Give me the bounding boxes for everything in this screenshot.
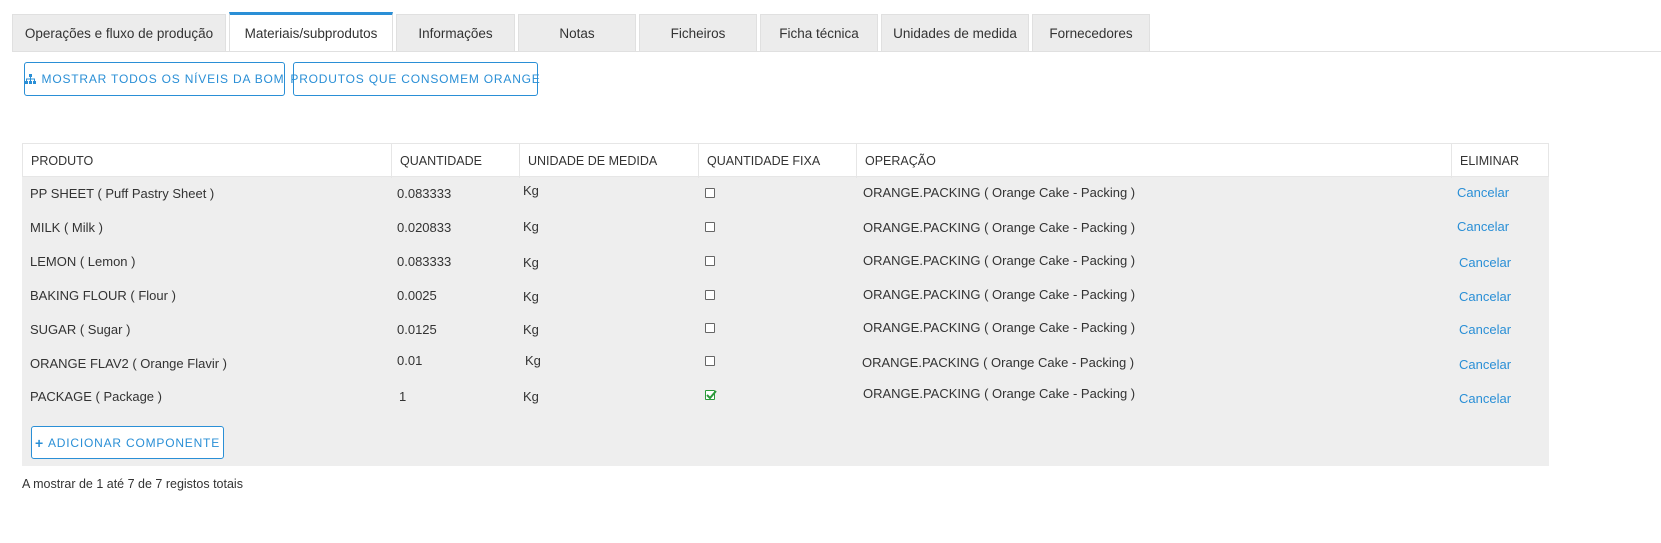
row-product: PACKAGE ( Package ): [30, 389, 162, 404]
row-quantity[interactable]: 1: [399, 389, 406, 404]
row-quantity[interactable]: 0.083333: [397, 186, 451, 201]
tab-notes[interactable]: Notas: [518, 14, 636, 51]
row-product: SUGAR ( Sugar ): [30, 322, 131, 337]
col-header-quantity[interactable]: QUANTIDADE: [392, 144, 520, 178]
col-header-delete: ELIMINAR: [1460, 154, 1520, 168]
fixed-quantity-checkbox[interactable]: [705, 256, 715, 266]
row-quantity[interactable]: 0.020833: [397, 220, 451, 235]
products-consuming-button[interactable]: PRODUTOS QUE CONSOMEM ORANGE: [290, 62, 541, 96]
tab-information[interactable]: Informações: [396, 14, 515, 51]
fixed-quantity-checkbox-checked[interactable]: [705, 390, 717, 400]
row-unit[interactable]: Kg: [523, 183, 539, 198]
tab-units[interactable]: Unidades de medida: [881, 14, 1029, 51]
row-product: ORANGE FLAV2 ( Orange Flavir ): [30, 356, 227, 371]
row-unit[interactable]: Kg: [523, 219, 539, 234]
row-unit[interactable]: Kg: [523, 389, 539, 404]
row-operation[interactable]: ORANGE.PACKING ( Orange Cake - Packing ): [863, 220, 1135, 235]
table-header: PRODUTO QUANTIDADE UNIDADE DE MEDIDA QUA…: [22, 143, 1549, 178]
row-operation[interactable]: ORANGE.PACKING ( Orange Cake - Packing ): [863, 287, 1135, 302]
cancel-link[interactable]: Cancelar: [1459, 289, 1511, 304]
col-header-unit[interactable]: UNIDADE DE MEDIDA: [520, 144, 699, 178]
row-operation[interactable]: ORANGE.PACKING ( Orange Cake - Packing ): [863, 253, 1135, 268]
products-consuming-label: PRODUTOS QUE CONSOMEM ORANGE: [290, 72, 541, 86]
add-component-label: ADICIONAR COMPONENTE: [47, 435, 220, 450]
tab-technical-sheet[interactable]: Ficha técnica: [760, 14, 878, 51]
row-unit[interactable]: Kg: [523, 322, 539, 337]
row-quantity[interactable]: 0.083333: [397, 254, 451, 269]
cancel-link[interactable]: Cancelar: [1459, 255, 1511, 270]
row-operation[interactable]: ORANGE.PACKING ( Orange Cake - Packing ): [863, 185, 1135, 200]
checkmark-icon: [706, 390, 717, 400]
row-unit[interactable]: Kg: [525, 353, 541, 368]
cancel-link[interactable]: Cancelar: [1457, 219, 1509, 234]
fixed-quantity-checkbox[interactable]: [705, 290, 715, 300]
fixed-quantity-checkbox[interactable]: [705, 323, 715, 333]
row-product: LEMON ( Lemon ): [30, 254, 136, 269]
fixed-quantity-checkbox[interactable]: [705, 188, 715, 198]
row-quantity[interactable]: 0.0125: [397, 322, 437, 337]
row-operation[interactable]: ORANGE.PACKING ( Orange Cake - Packing ): [863, 320, 1135, 335]
row-quantity[interactable]: 0.0025: [397, 288, 437, 303]
fixed-quantity-checkbox[interactable]: [705, 356, 715, 366]
cancel-link[interactable]: Cancelar: [1457, 185, 1509, 200]
show-all-bom-levels-button[interactable]: MOSTRAR TODOS OS NÍVEIS DA BOM: [24, 62, 285, 96]
cancel-link[interactable]: Cancelar: [1459, 391, 1511, 406]
row-unit[interactable]: Kg: [523, 289, 539, 304]
row-product: MILK ( Milk ): [30, 220, 103, 235]
add-component-button[interactable]: + ADICIONAR COMPONENTE: [31, 426, 224, 459]
row-operation[interactable]: ORANGE.PACKING ( Orange Cake - Packing ): [863, 386, 1135, 401]
row-product: PP SHEET ( Puff Pastry Sheet ): [30, 186, 215, 201]
records-summary: A mostrar de 1 até 7 de 7 registos totai…: [22, 477, 243, 491]
row-unit[interactable]: Kg: [523, 255, 539, 270]
row-product: BAKING FLOUR ( Flour ): [30, 288, 176, 303]
tab-operations[interactable]: Operações e fluxo de produção: [12, 14, 226, 51]
plus-icon: +: [35, 434, 44, 451]
tabs-divider: [12, 51, 1661, 52]
sitemap-icon: [24, 74, 36, 84]
show-all-bom-levels-label: MOSTRAR TODOS OS NÍVEIS DA BOM: [41, 72, 285, 86]
materials-table: PRODUTO QUANTIDADE UNIDADE DE MEDIDA QUA…: [22, 143, 1549, 466]
fixed-quantity-checkbox[interactable]: [705, 222, 715, 232]
row-operation[interactable]: ORANGE.PACKING ( Orange Cake - Packing ): [862, 355, 1134, 370]
tab-files[interactable]: Ficheiros: [639, 14, 757, 51]
cancel-link[interactable]: Cancelar: [1459, 322, 1511, 337]
col-header-operation[interactable]: OPERAÇÃO: [857, 144, 1452, 178]
tab-bar: Operações e fluxo de produção Materiais/…: [12, 12, 1150, 51]
col-header-product[interactable]: PRODUTO: [23, 144, 392, 178]
col-header-fixed-quantity[interactable]: QUANTIDADE FIXA: [699, 144, 857, 178]
tab-suppliers[interactable]: Fornecedores: [1032, 14, 1150, 51]
tab-materials[interactable]: Materiais/subprodutos: [229, 12, 393, 51]
cancel-link[interactable]: Cancelar: [1459, 357, 1511, 372]
row-quantity[interactable]: 0.01: [397, 353, 422, 368]
